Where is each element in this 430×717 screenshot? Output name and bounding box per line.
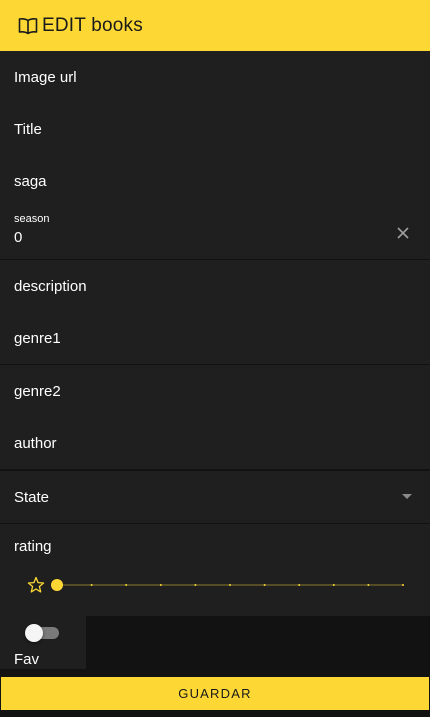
rating-slider[interactable] [50, 576, 410, 594]
title-field[interactable]: Title [0, 103, 430, 155]
slider-tick [90, 584, 93, 586]
season-label: season [14, 213, 50, 225]
slider-tick [125, 584, 128, 586]
dropdown-arrow-icon[interactable] [402, 494, 412, 499]
title-label: Title [14, 121, 42, 138]
slider-tick [367, 584, 370, 586]
author-field[interactable]: author [0, 417, 430, 469]
state-label: State [14, 489, 50, 506]
star-icon [27, 576, 45, 593]
description-label: description [14, 278, 87, 295]
image-url-label: Image url [14, 69, 77, 86]
rating-label: rating [14, 538, 52, 555]
save-button[interactable]: GUARDAR [1, 677, 429, 710]
slider-tick [229, 584, 231, 586]
author-label: author [14, 435, 57, 452]
genre1-label: genre1 [14, 330, 61, 347]
slider-thumb[interactable] [51, 579, 63, 591]
slider-tick [332, 584, 335, 586]
genre1-field[interactable]: genre1 [0, 312, 430, 364]
clear-icon[interactable] [396, 226, 410, 240]
genre2-field[interactable]: genre2 [0, 365, 430, 417]
fav-switch[interactable]: Fav [0, 616, 86, 669]
state-select[interactable]: State [0, 471, 430, 523]
description-field[interactable]: description [0, 260, 430, 312]
toggle-thumb[interactable] [25, 624, 43, 642]
slider-tick [298, 584, 301, 586]
slider-tick [402, 584, 404, 586]
image-url-field[interactable]: Image url [0, 51, 430, 103]
saga-label: saga [14, 173, 47, 190]
app-bar: EDIT books [0, 0, 430, 51]
genre2-label: genre2 [14, 383, 61, 400]
slider-tick [159, 584, 162, 586]
fav-label: Fav [14, 651, 40, 668]
rating-section: rating [0, 524, 430, 616]
slider-tick [194, 584, 197, 586]
saga-field[interactable]: saga [0, 155, 430, 207]
season-field[interactable]: season 0 [0, 207, 430, 259]
slider-tick [263, 584, 266, 586]
season-value[interactable]: 0 [14, 229, 22, 246]
book-open-icon [18, 17, 38, 34]
page-title: EDIT books [42, 14, 143, 36]
